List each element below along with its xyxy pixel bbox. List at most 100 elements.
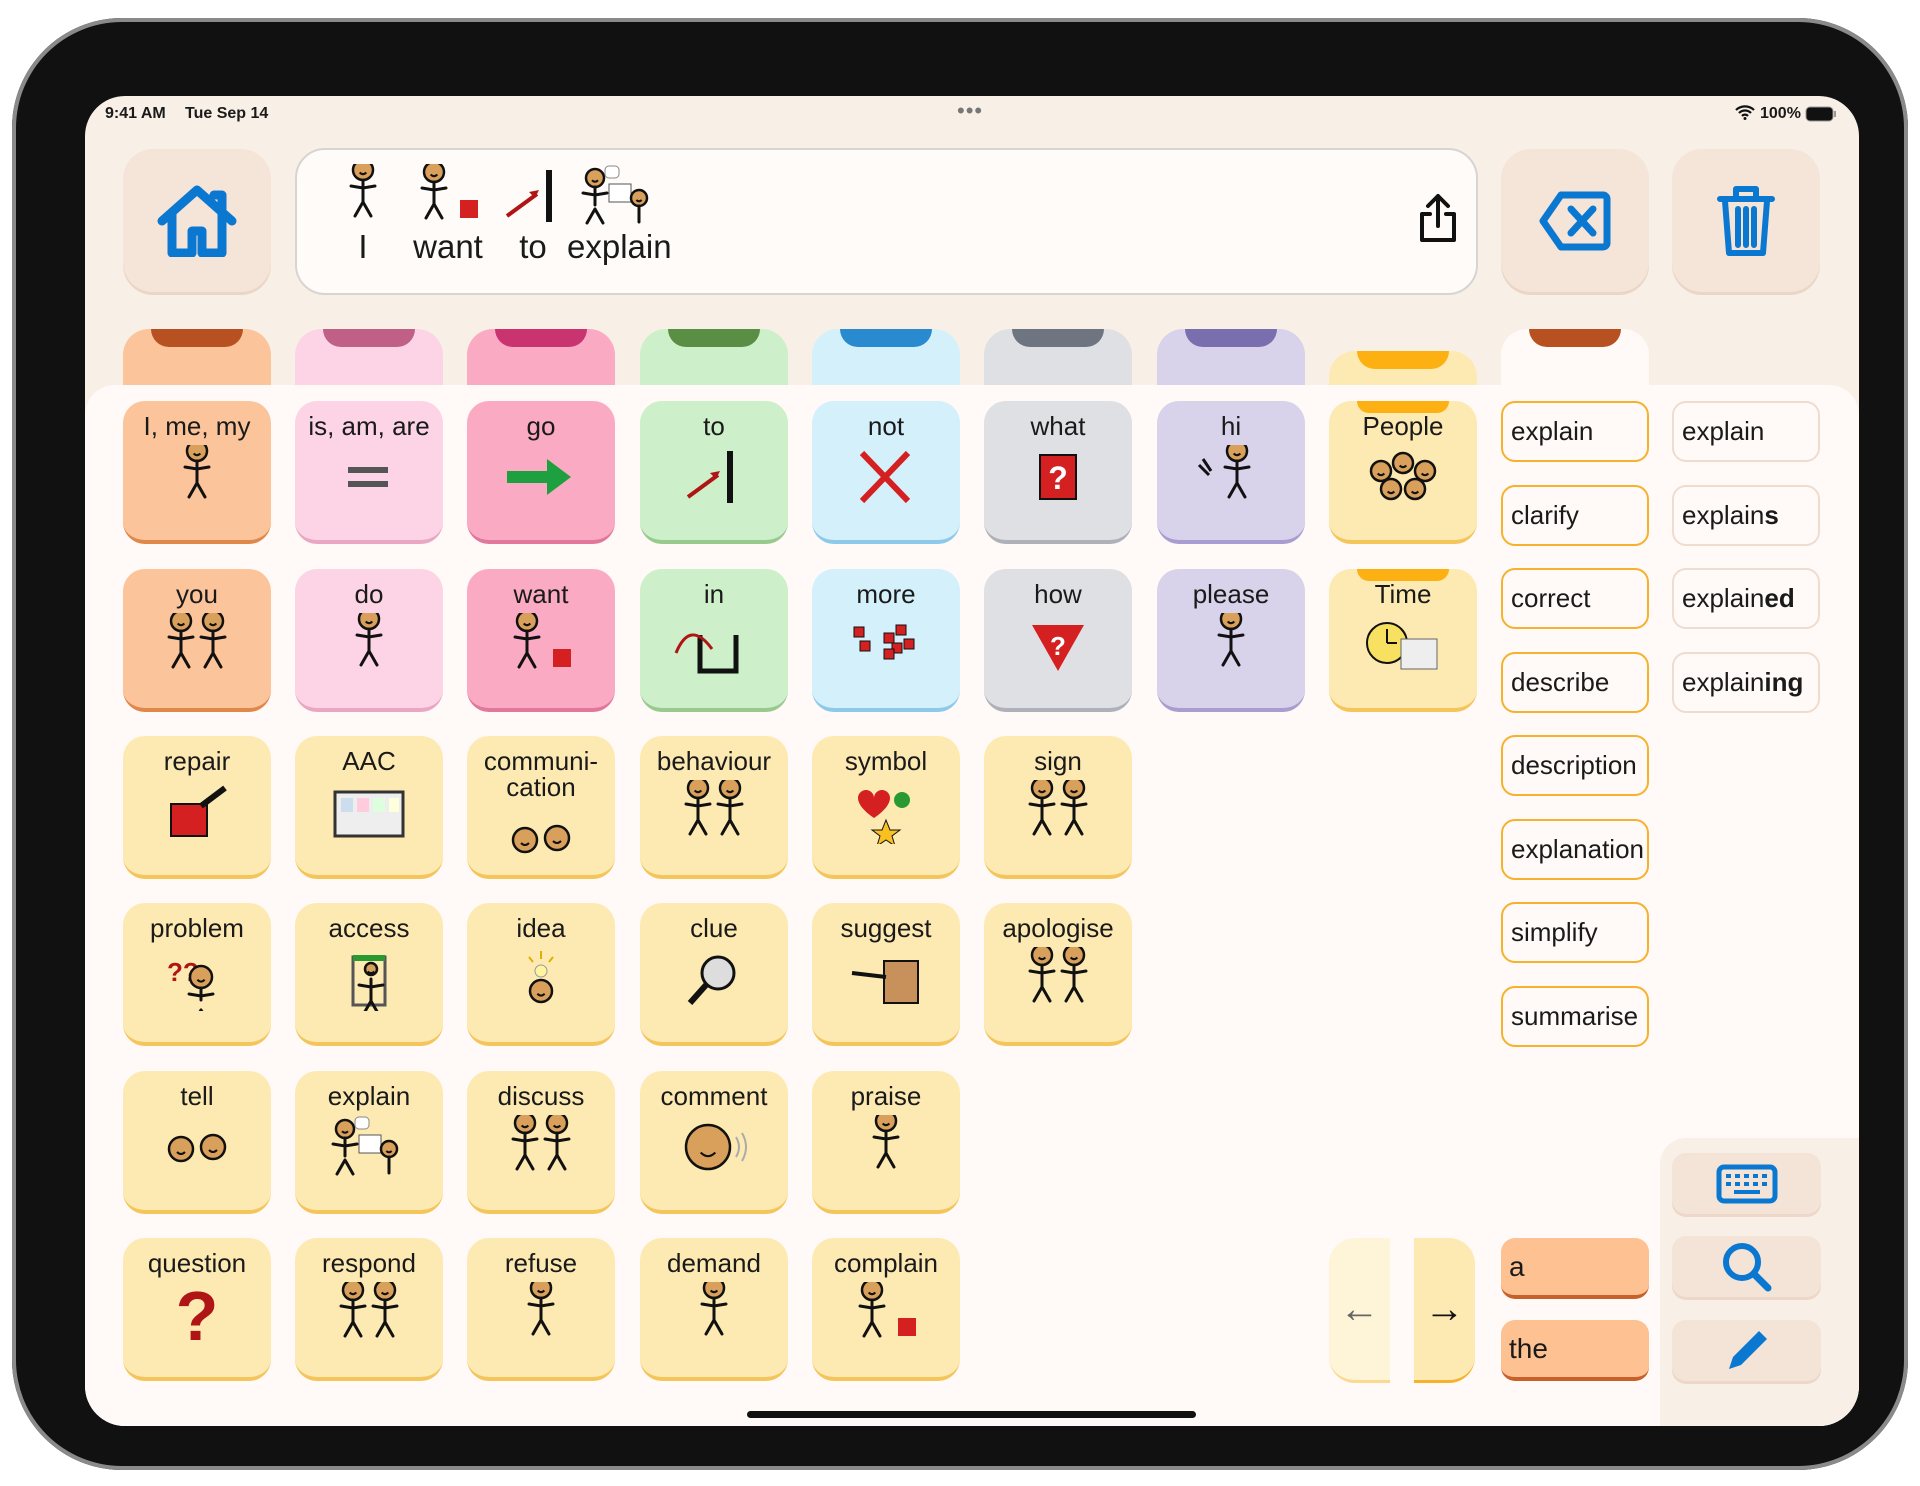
symbol-button[interactable]: behaviour [640,736,788,879]
message-word[interactable]: want [402,164,494,266]
symbol-label: more [856,579,916,609]
related-word-button[interactable]: describe [1501,651,1649,713]
word-form-suffix: ing [1764,666,1804,697]
search-button[interactable] [1672,1236,1821,1297]
symbol-label: please [1192,579,1270,609]
symbol-button[interactable]: access [295,903,443,1046]
symbol-label: clue [690,913,738,943]
word-form-button[interactable]: explain ed [1672,568,1820,629]
symbol-image [495,609,587,682]
symbol-button[interactable]: refuse [467,1238,615,1381]
symbol-button[interactable]: more [812,569,960,712]
explain-icon [581,165,649,225]
backspace-button[interactable] [1501,149,1649,292]
symbol-image [323,947,415,1017]
message-word[interactable]: explain [567,164,672,266]
symbol-button[interactable]: how ? [984,569,1132,712]
symbol-button[interactable]: you [123,569,271,712]
symbol-button[interactable]: do [295,569,443,712]
symbol-label: Time [1374,579,1432,609]
keyboard-button[interactable] [1672,1153,1821,1214]
symbol-button[interactable]: comment [640,1071,788,1214]
symbol-button[interactable]: demand [640,1238,788,1381]
symbol-button[interactable]: sign [984,736,1132,879]
symbol-label: respond [322,1248,416,1278]
symbol-button[interactable]: want [467,569,615,712]
symbol-button[interactable]: complain [812,1238,960,1381]
symbol-button[interactable]: tell [123,1071,271,1214]
symbol-label: People [1362,411,1444,441]
edit-button[interactable] [1672,1320,1821,1381]
symbol-button[interactable]: suggest [812,903,960,1046]
symbol-image [668,613,760,682]
related-word-button[interactable]: summarise [1501,985,1649,1047]
equals-icon [348,467,388,487]
related-word-button[interactable]: correct [1501,568,1649,629]
folder-button[interactable]: People [1329,401,1477,544]
symbol-button[interactable]: what ? [984,401,1132,544]
two-faces-icon [511,824,571,854]
two-people-icon [1028,943,1088,1003]
word-the-button[interactable]: the [1501,1320,1649,1381]
symbol-button[interactable]: repair [123,736,271,879]
symbol-button[interactable]: problem ?? [123,903,271,1046]
home-indicator[interactable] [747,1411,1196,1418]
cross-icon [859,450,911,504]
people-icon [1369,451,1437,501]
next-page-button[interactable]: → [1414,1238,1475,1383]
symbol-button[interactable]: in [640,569,788,712]
related-word-button[interactable]: clarify [1501,484,1649,546]
symbol-image [323,780,415,849]
symbol-image [840,613,932,682]
symbol-label: hi [1220,411,1242,441]
symbol-button[interactable]: please [1157,569,1305,712]
symbol-image [840,780,932,849]
word-form-button[interactable]: explain s [1672,484,1820,546]
share-button[interactable] [1416,192,1460,249]
person-icon [1217,607,1245,667]
related-word-button[interactable]: description [1501,735,1649,796]
home-button[interactable] [123,149,271,292]
symbol-button[interactable]: clue [640,903,788,1046]
related-word-button[interactable]: explain [1501,401,1649,462]
word-a-button[interactable]: a [1501,1238,1649,1299]
symbol-button[interactable]: question ? [123,1238,271,1381]
message-word-label: want [413,228,483,265]
question-box-icon: ? [1039,454,1077,500]
symbol-button[interactable]: hi [1157,401,1305,544]
symbol-button[interactable]: explain [295,1071,443,1214]
symbol-button[interactable]: go [467,401,615,544]
symbol-image [1012,776,1104,849]
symbol-button[interactable]: AAC [295,736,443,879]
related-word-button[interactable]: simplify [1501,902,1649,963]
folder-button[interactable]: Time [1329,569,1477,712]
symbol-button[interactable]: to [640,401,788,544]
symbol-button[interactable]: apologise [984,903,1132,1046]
symbol-button[interactable]: I, me, my [123,401,271,544]
search-icon [1722,1242,1771,1291]
message-word[interactable]: I [317,164,409,266]
person-point-icon [349,164,377,218]
symbol-button[interactable]: idea [467,903,615,1046]
symbol-button[interactable]: not [812,401,960,544]
word-form-button[interactable]: explain ing [1672,651,1820,713]
multitask-dots[interactable]: ••• [957,98,983,124]
symbol-image [495,1111,587,1184]
share-icon [1420,194,1456,242]
previous-page-button[interactable]: ← [1329,1238,1390,1383]
symbol-button[interactable]: communi- cation [467,736,615,879]
message-bar[interactable]: Iwant to explain [295,148,1478,295]
symbol-button[interactable]: praise [812,1071,960,1214]
symbol-button[interactable]: is, am, are [295,401,443,544]
two-people-icon [684,776,744,836]
tab-notch [1529,329,1621,347]
clear-button[interactable] [1672,149,1820,292]
message-word[interactable]: to [487,164,579,266]
word-form-button[interactable]: explain [1672,401,1820,462]
symbol-button[interactable]: respond [295,1238,443,1381]
symbol-image [151,609,243,682]
symbol-button[interactable]: symbol [812,736,960,879]
related-word-button[interactable]: explanation [1501,818,1649,880]
symbol-image [151,439,243,514]
symbol-button[interactable]: discuss [467,1071,615,1214]
